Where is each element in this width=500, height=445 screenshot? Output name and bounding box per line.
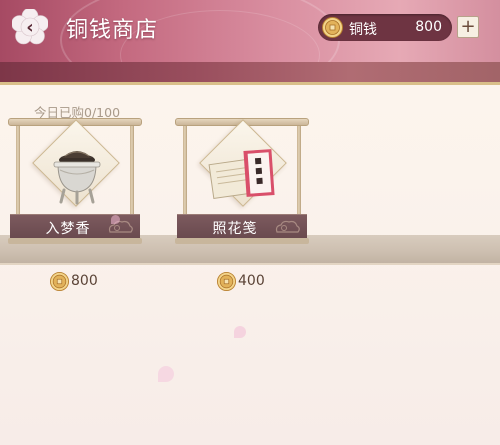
item-label-bar: 入梦香 <box>10 214 140 238</box>
chevron-left-icon: ‹ <box>26 16 34 38</box>
petal-decoration <box>111 215 120 224</box>
copper-coin-icon <box>322 17 343 38</box>
price-value: 400 <box>238 273 265 289</box>
page-title: 铜钱商店 <box>66 18 159 43</box>
price-value: 800 <box>71 273 98 289</box>
stand-base <box>8 238 142 244</box>
stand-base <box>175 238 309 244</box>
header-gold-line <box>0 82 500 85</box>
header-band <box>0 62 500 84</box>
currency-amount: 800 <box>415 19 442 35</box>
letter-paper-icon <box>208 149 275 199</box>
shop-item-letter[interactable]: 照花笺 <box>175 118 309 248</box>
copper-coin-icon <box>50 272 69 291</box>
copper-coin-icon <box>217 272 236 291</box>
back-button[interactable]: ‹ <box>12 9 48 45</box>
petal-decoration <box>158 366 174 382</box>
item-label-bar: 照花笺 <box>177 214 307 238</box>
shelf-edge <box>0 263 500 265</box>
add-currency-button[interactable]: + <box>457 16 479 38</box>
shop-item-incense[interactable]: 入梦香 <box>8 118 142 248</box>
incense-burner-icon <box>53 151 101 205</box>
cloud-ornament-icon <box>275 220 300 233</box>
currency-name: 铜钱 <box>349 22 377 38</box>
petal-decoration <box>234 326 246 338</box>
currency-display: 铜钱 800 <box>318 14 452 41</box>
